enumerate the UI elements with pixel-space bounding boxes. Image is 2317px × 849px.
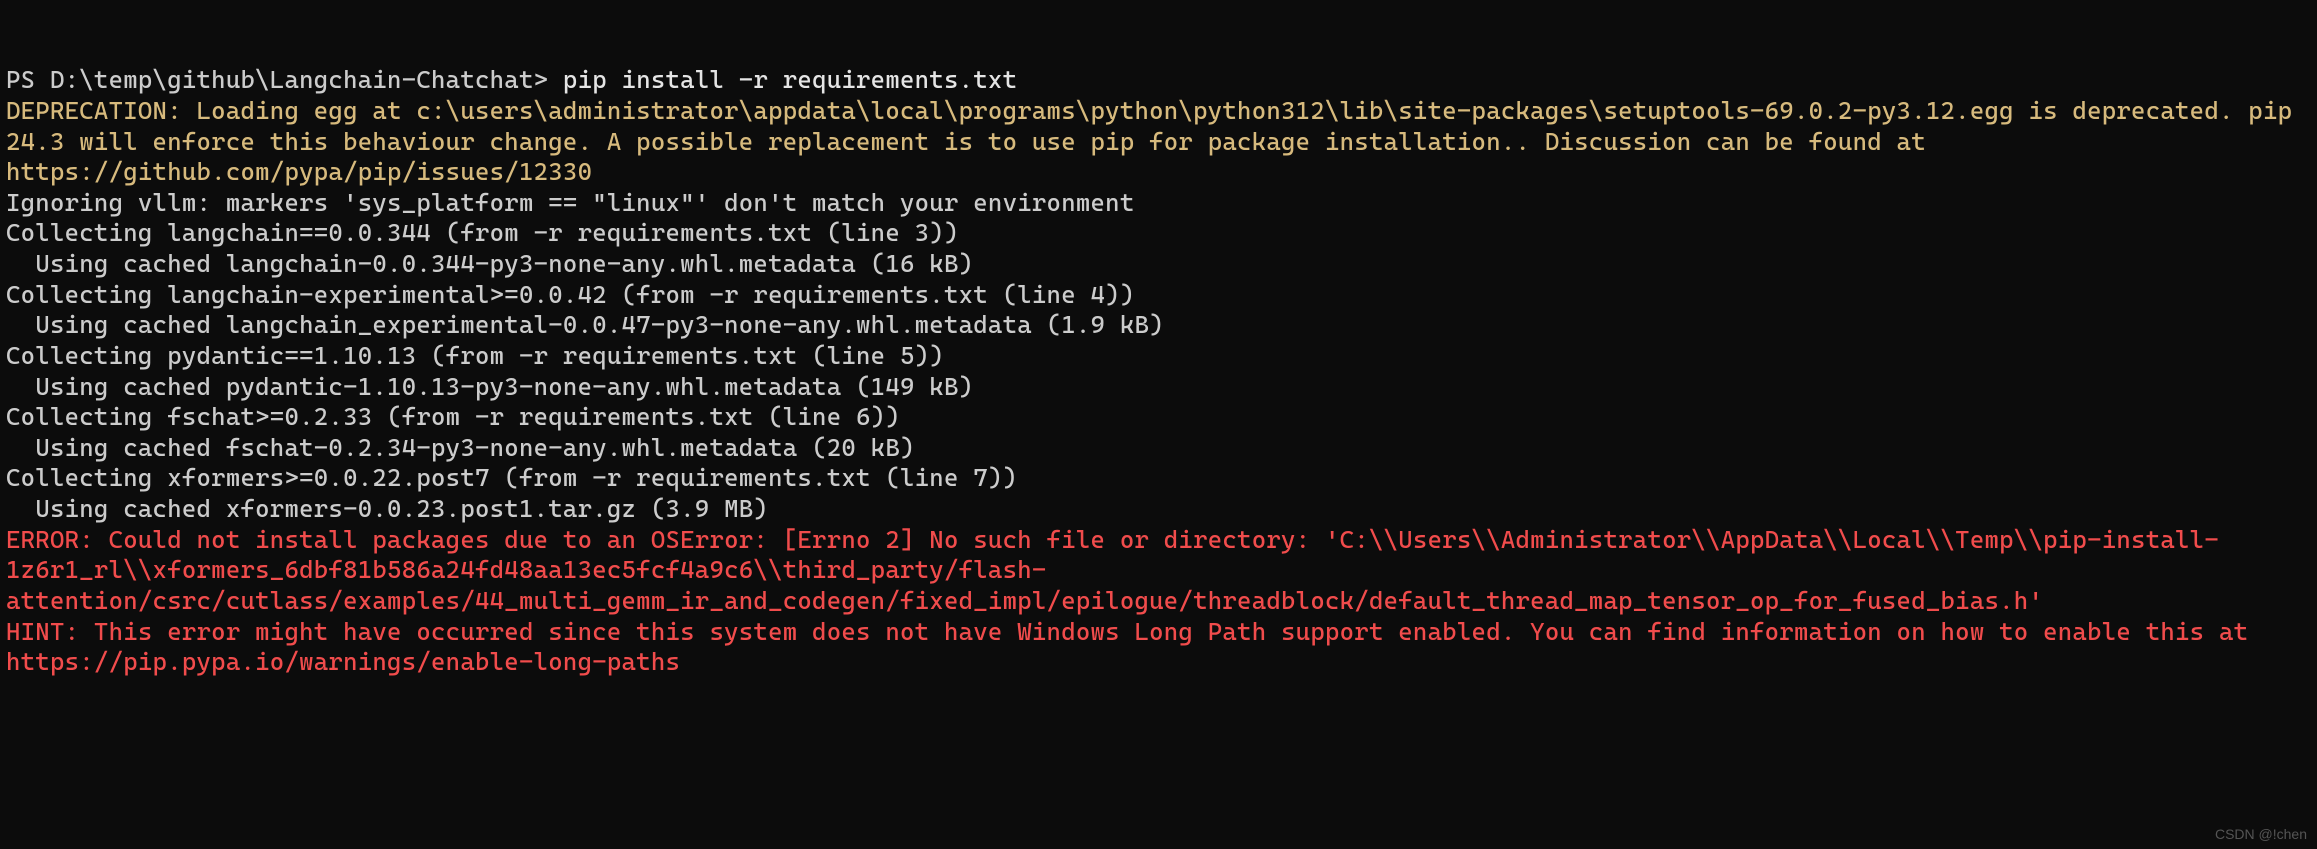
watermark-text: CSDN @!chen [2215,826,2307,844]
output-line: Collecting pydantic==1.10.13 (from -r re… [6,341,2311,372]
output-line: Using cached langchain-0.0.344-py3-none-… [6,249,2311,280]
output-line: Collecting langchain-experimental>=0.0.4… [6,280,2311,311]
output-line: Using cached langchain_experimental-0.0.… [6,310,2311,341]
output-line: Collecting fschat>=0.2.33 (from -r requi… [6,402,2311,433]
prompt-line: PS D:\temp\github\Langchain-Chatchat> pi… [6,65,2311,96]
output-line: Using cached pydantic-1.10.13-py3-none-a… [6,372,2311,403]
output-line: Using cached fschat-0.2.34-py3-none-any.… [6,433,2311,464]
prompt-prefix: PS D:\temp\github\Langchain-Chatchat> [6,65,563,94]
deprecation-warning: DEPRECATION: Loading egg at c:\users\adm… [6,96,2311,188]
error-message: ERROR: Could not install packages due to… [6,525,2311,617]
command-text: pip install -r requirements.txt [563,65,1017,94]
hint-message: HINT: This error might have occurred sin… [6,617,2311,678]
terminal-output[interactable]: PS D:\temp\github\Langchain-Chatchat> pi… [0,0,2317,714]
output-line: Using cached xformers-0.0.23.post1.tar.g… [6,494,2311,525]
output-line: Collecting langchain==0.0.344 (from -r r… [6,218,2311,249]
output-line: Collecting xformers>=0.0.22.post7 (from … [6,463,2311,494]
output-line: Ignoring vllm: markers 'sys_platform == … [6,188,2311,219]
